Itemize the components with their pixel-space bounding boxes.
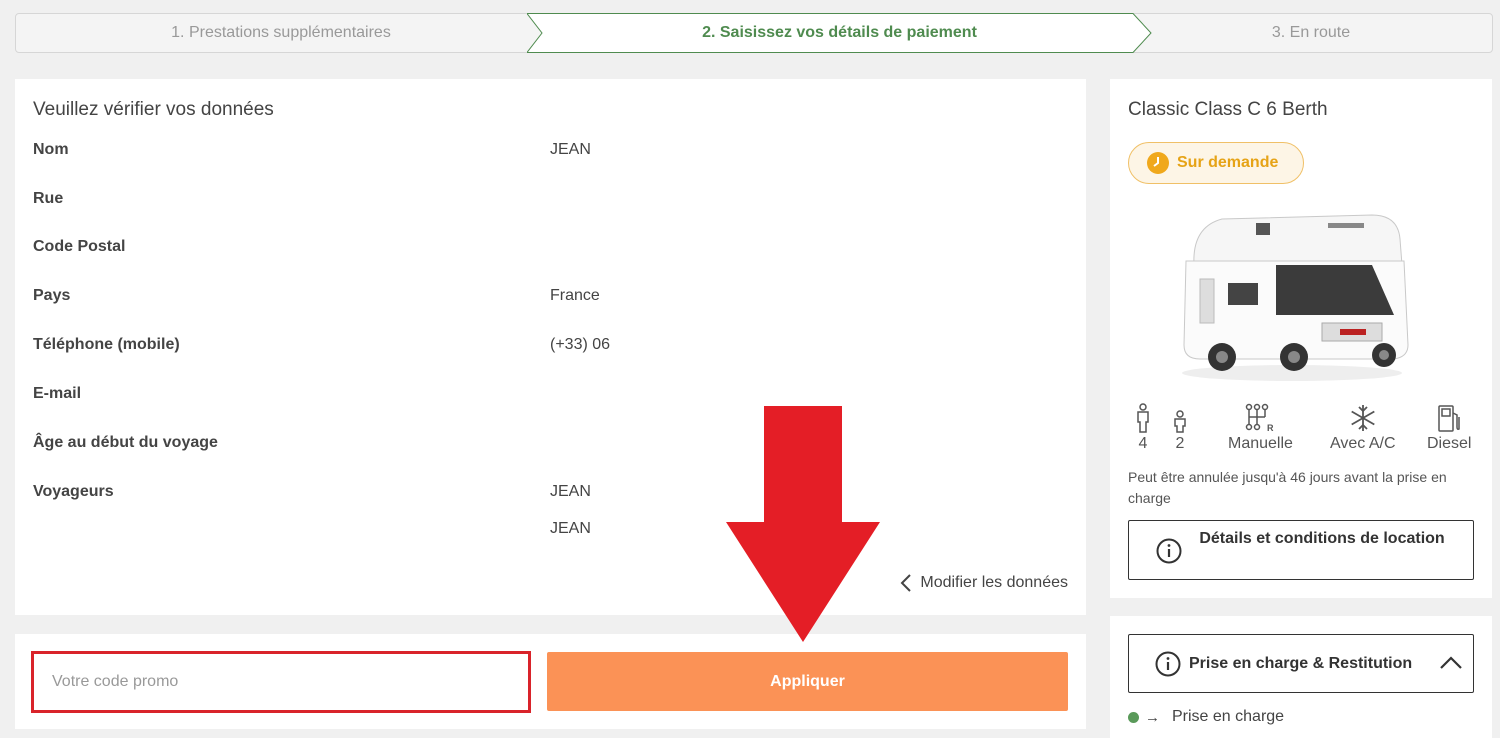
gearbox-label: Manuelle [1228, 435, 1293, 452]
label-travelers: Voyageurs [33, 483, 114, 500]
cancellation-policy: Peut être annulée jusqu'à 46 jours avant… [1128, 469, 1447, 506]
svg-text:R: R [1267, 423, 1274, 433]
arrow-right-icon: → [1145, 708, 1160, 726]
label-email: E-mail [33, 385, 82, 402]
info-icon [1156, 538, 1182, 564]
clock-icon [1147, 152, 1169, 174]
label-country: Pays [33, 287, 71, 304]
value-traveler-1: JEAN [550, 483, 591, 500]
status-dot [1128, 711, 1139, 723]
ac-label: Avec A/C [1330, 435, 1396, 452]
info-icon [1155, 651, 1181, 677]
step-3-on-the-road: 3. En route [1271, 24, 1351, 41]
promo-code-card: Appliquer [15, 634, 1086, 729]
label-age: Âge au début du voyage [33, 434, 218, 451]
pickup-return-label: Prise en charge & Restitution [1189, 655, 1413, 672]
checkout-stepper: 1. Prestations supplémentaires 2. Saisis… [15, 13, 1493, 53]
fuel-pump-icon [1438, 405, 1460, 432]
promo-code-input[interactable] [31, 651, 531, 713]
pickup-return-card: Prise en charge & Restitution → Prise en… [1110, 616, 1492, 738]
snowflake-icon [1351, 405, 1375, 431]
rental-details-label: Détails et conditions de location [1199, 530, 1445, 547]
value-traveler-2: JEAN [550, 520, 591, 537]
feature-children: 2 [1173, 403, 1187, 453]
label-name: Nom [33, 141, 69, 158]
feature-adults: 4 [1135, 403, 1151, 453]
feature-gearbox: R Manuelle [1228, 403, 1293, 453]
gearbox-icon: R [1246, 403, 1274, 433]
value-phone: (+33) 06 [550, 336, 611, 353]
step-2-payment: 2. Saisissez vos détails de paiement [527, 13, 1152, 53]
label-phone: Téléphone (mobile) [33, 336, 180, 353]
chevron-left-icon [900, 574, 912, 592]
red-down-arrow-icon [726, 406, 880, 642]
vehicle-summary-card: Classic Class C 6 Berth Sur demande 4 2 … [1110, 79, 1492, 598]
modify-data-link[interactable]: Modifier les données [900, 573, 1068, 593]
pickup-return-toggle[interactable]: Prise en charge & Restitution [1128, 634, 1474, 693]
adult-icon [1137, 403, 1149, 433]
value-name: JEAN [550, 141, 591, 158]
pickup-row: → Prise en charge [1128, 708, 1284, 726]
apply-promo-button[interactable]: Appliquer [547, 652, 1068, 711]
value-country: France [550, 287, 600, 304]
step-1-extras[interactable]: 1. Prestations supplémentaires [16, 14, 546, 52]
availability-badge: Sur demande [1128, 142, 1304, 184]
label-postal-code: Code Postal [33, 238, 126, 255]
fuel-label: Diesel [1427, 435, 1472, 452]
rental-details-button[interactable]: Détails et conditions de location [1128, 520, 1474, 580]
step-2-label: 2. Saisissez vos détails de paiement [702, 24, 977, 41]
feature-air-conditioning: Avec A/C [1330, 403, 1396, 453]
child-count: 2 [1175, 435, 1185, 452]
data-card-title: Veuillez vérifier vos données [33, 99, 274, 120]
data-verification-card: Veuillez vérifier vos données Nom JEAN R… [15, 79, 1086, 615]
modify-data-label: Modifier les données [920, 574, 1068, 591]
adult-count: 4 [1138, 435, 1148, 452]
label-street: Rue [33, 190, 64, 207]
pickup-label: Prise en charge [1172, 708, 1285, 725]
vehicle-title: Classic Class C 6 Berth [1128, 99, 1328, 120]
availability-label: Sur demande [1177, 154, 1279, 171]
feature-fuel: Diesel [1427, 403, 1471, 453]
child-icon [1174, 410, 1186, 433]
chevron-up-icon [1440, 656, 1462, 669]
camper-van-image [1182, 214, 1409, 381]
